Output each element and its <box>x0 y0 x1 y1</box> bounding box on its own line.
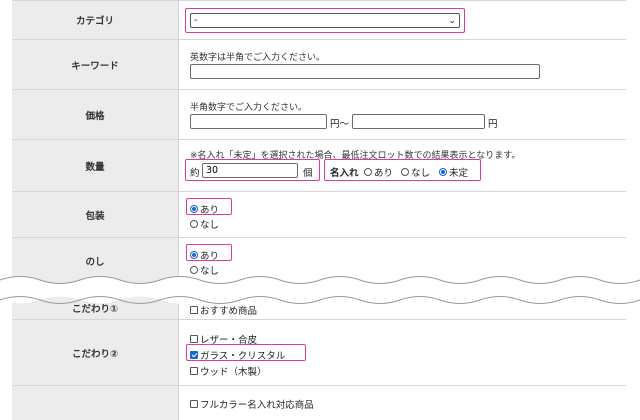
noshi-highlight <box>186 244 232 261</box>
wrapping-label: 包装 <box>12 192 179 237</box>
keyword-input[interactable] <box>190 64 540 79</box>
quantity-row: 数量 ※名入れ「未定」を選択された場合、最低注文ロット数での結果表示となります。… <box>12 140 626 192</box>
price-hint: 半角数字でご入力ください。 <box>190 103 308 113</box>
wrapping-row: 包装 あり なし <box>12 192 626 238</box>
kodawari2-row: こだわり② レザー・合皮 ガラス・クリスタル ウッド（木製） <box>12 320 626 386</box>
kodawari3-row: フルカラー名入れ対応商品 <box>12 386 626 420</box>
keyword-row: キーワード 英数字は半角でご入力ください。 <box>12 40 626 90</box>
kodawari2-label: こだわり② <box>12 320 179 385</box>
kodawari2-highlight <box>186 344 306 361</box>
price-from-input[interactable] <box>190 114 327 129</box>
radio-unchecked-icon <box>190 220 198 228</box>
kodawari2-option-wood[interactable]: ウッド（木製） <box>190 364 285 378</box>
price-to-unit: 円 <box>488 119 498 130</box>
naire-highlight <box>324 159 481 181</box>
page-break-divider <box>0 276 640 304</box>
category-highlight <box>185 8 465 33</box>
checkbox-unchecked-icon <box>190 400 198 408</box>
quantity-highlight <box>185 159 320 181</box>
wrapping-option-nashi[interactable]: なし <box>190 217 219 231</box>
kodawari3-option-fullcolor[interactable]: フルカラー名入れ対応商品 <box>190 397 314 411</box>
keyword-label: キーワード <box>12 40 179 89</box>
price-to-input[interactable] <box>352 114 485 129</box>
category-row: カテゴリ - ⌄ <box>12 0 626 40</box>
checkbox-unchecked-icon <box>190 335 198 343</box>
price-label: 価格 <box>12 90 179 139</box>
keyword-hint: 英数字は半角でご入力ください。 <box>190 53 326 63</box>
price-row: 価格 半角数字でご入力ください。 円～ 円 <box>12 90 626 140</box>
wrapping-highlight <box>186 198 232 215</box>
category-label: カテゴリ <box>12 1 179 39</box>
quantity-label: 数量 <box>12 140 179 191</box>
checkbox-unchecked-icon <box>190 367 198 375</box>
price-from-unit: 円～ <box>330 119 350 130</box>
